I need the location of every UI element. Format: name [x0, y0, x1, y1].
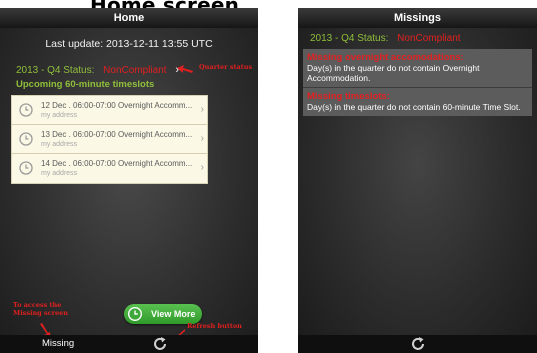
timeslot-title: 12 Dec . 06:00-07:00 Overnight Accomm... — [41, 101, 193, 110]
missing-item-text: Day(s) in the quarter do not contain Ove… — [307, 63, 480, 83]
missing-item: Missing timeslots: Day(s) in the quarter… — [303, 88, 532, 116]
missing-item-title: Missing overnight accomodations: — [307, 52, 464, 63]
status-prefix: 2013 - Q4 Status: — [16, 65, 95, 76]
missing-item-text: Day(s) in the quarter do not contain 60-… — [307, 102, 521, 112]
timeslot-item[interactable]: 12 Dec . 06:00-07:00 Overnight Accomm...… — [12, 96, 207, 125]
bottom-bar: Missing — [0, 335, 258, 353]
quarter-status: 2013 - Q4 Status: NonCompliant — [310, 33, 461, 44]
home-screen: Home Last update: 2013-12-11 13:55 UTC 2… — [0, 8, 258, 353]
missing-list: Missing overnight accomodations: Day(s) … — [303, 49, 532, 116]
missings-screen: Missings 2013 - Q4 Status: NonCompliant … — [298, 8, 537, 353]
view-more-label: View More — [151, 309, 196, 319]
timeslot-item[interactable]: 13 Dec . 06:00-07:00 Overnight Accomm...… — [12, 125, 207, 154]
annotation-arrow-icon — [177, 65, 193, 73]
chevron-right-icon: › — [200, 162, 204, 173]
view-more-button[interactable]: View More — [124, 304, 202, 324]
status-value: NonCompliant — [103, 65, 167, 76]
missings-title-bar: Missings — [298, 8, 537, 28]
missing-tab[interactable]: Missing — [42, 338, 74, 349]
chevron-right-icon: › — [200, 104, 204, 115]
clock-icon — [128, 307, 142, 321]
clock-icon — [19, 103, 33, 117]
upcoming-heading: Upcoming 60-minute timeslots — [16, 79, 155, 90]
chevron-right-icon: › — [200, 133, 204, 144]
timeslot-address: my address — [41, 141, 78, 148]
timeslot-address: my address — [41, 170, 78, 177]
home-title-bar: Home — [0, 8, 258, 28]
annotation-quarter-status: Quarter status — [199, 63, 253, 71]
bottom-bar — [298, 335, 537, 353]
refresh-icon[interactable] — [152, 336, 168, 352]
annotation-refresh-button: Refresh button — [187, 322, 242, 330]
refresh-icon[interactable] — [410, 336, 426, 352]
missing-item: Missing overnight accomodations: Day(s) … — [303, 49, 532, 88]
missing-item-title: Missing timeslots: — [307, 91, 390, 102]
annotation-missing-screen: To access the Missing screen — [13, 301, 69, 317]
clock-icon — [19, 132, 33, 146]
quarter-status[interactable]: 2013 - Q4 Status: NonCompliant › — [16, 64, 179, 76]
timeslot-list: 12 Dec . 06:00-07:00 Overnight Accomm...… — [11, 95, 208, 184]
last-update-text: Last update: 2013-12-11 13:55 UTC — [45, 38, 213, 50]
timeslot-title: 14 Dec . 06:00-07:00 Overnight Accomm... — [41, 159, 193, 168]
status-prefix: 2013 - Q4 Status: — [310, 33, 389, 44]
clock-icon — [19, 161, 33, 175]
timeslot-item[interactable]: 14 Dec . 06:00-07:00 Overnight Accomm...… — [12, 154, 207, 183]
status-value: NonCompliant — [397, 33, 461, 44]
timeslot-title: 13 Dec . 06:00-07:00 Overnight Accomm... — [41, 130, 193, 139]
timeslot-address: my address — [41, 112, 78, 119]
